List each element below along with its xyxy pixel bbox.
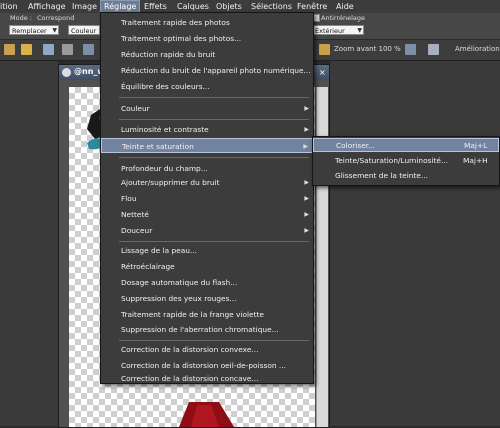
menu-item-label: Douceur xyxy=(121,226,153,235)
submenu-item-label: Coloriser... xyxy=(336,141,376,150)
menu-item-label: Rétroéclairage xyxy=(121,262,175,271)
menu-item-label: Traitement rapide de la frange violette xyxy=(121,310,264,319)
menu-affichage[interactable]: Affichage xyxy=(28,1,66,13)
menu-item-yeux-rouges[interactable]: Suppression des yeux rouges... xyxy=(101,291,313,306)
save-icon[interactable] xyxy=(43,44,54,55)
mode-select[interactable]: Remplacer ▼ xyxy=(9,25,59,35)
menu-item-label: Couleur xyxy=(121,104,150,113)
menu-item-traitement-rapide[interactable]: Traitement rapide des photos xyxy=(101,15,313,30)
chevron-right-icon: ▶ xyxy=(304,211,309,218)
menu-item-nettete[interactable]: Netteté ▶ xyxy=(101,207,313,222)
menu-item-luminosite[interactable]: Luminosité et contraste ▶ xyxy=(101,122,313,137)
menu-item-reduction-bruit-appareil[interactable]: Réduction du bruit de l'appareil photo n… xyxy=(101,63,313,78)
submenu-item-shortcut: Maj+H xyxy=(463,156,488,165)
menu-item-label: Ajouter/supprimer du bruit xyxy=(121,178,220,187)
workspace-background xyxy=(330,61,500,426)
submenu-item-label: Teinte/Saturation/Luminosité... xyxy=(335,156,449,165)
menu-separator xyxy=(119,119,309,120)
app-icon xyxy=(62,68,71,77)
menu-item-profondeur-champ[interactable]: Profondeur du champ... xyxy=(101,161,313,176)
open-folder-icon[interactable] xyxy=(21,44,32,55)
menu-separator xyxy=(119,241,309,242)
menu-item-dosage-flash[interactable]: Dosage automatique du flash... xyxy=(101,275,313,290)
tool-palette xyxy=(0,61,58,426)
chevron-right-icon: ▶ xyxy=(304,227,309,234)
print-icon[interactable] xyxy=(62,44,73,55)
chevron-down-icon: ▼ xyxy=(52,27,57,34)
menu-image[interactable]: Image xyxy=(72,1,97,13)
menu-separator xyxy=(119,97,309,98)
mode-select-value: Remplacer xyxy=(12,27,47,35)
menu-item-label: Correction de la distorsion convexe... xyxy=(121,345,259,354)
menu-item-label: Traitement rapide des photos xyxy=(121,18,230,27)
chevron-right-icon: ▶ xyxy=(303,143,308,150)
menu-item-label: Correction de la distorsion oeil-de-pois… xyxy=(121,361,286,370)
menu-item-label: Réduction du bruit de l'appareil photo n… xyxy=(121,66,311,75)
menu-item-label: Profondeur du champ... xyxy=(121,164,208,173)
menu-item-aberration[interactable]: Suppression de l'aberration chromatique.… xyxy=(101,322,313,337)
menu-item-teinte-saturation[interactable]: Teinte et saturation ▶ xyxy=(101,138,313,153)
close-icon[interactable]: × xyxy=(319,68,326,77)
submenu-item-label: Glissement de la teinte... xyxy=(335,171,428,180)
match-select-value: Couleur xyxy=(71,27,97,35)
menu-item-traitement-optimal[interactable]: Traitement optimal des photos... xyxy=(101,31,313,46)
correspond-label: Correspond xyxy=(37,14,75,22)
menu-item-flou[interactable]: Flou ▶ xyxy=(101,191,313,206)
submenu-item-teinte-saturation-luminosite[interactable]: Teinte/Saturation/Luminosité... Maj+H xyxy=(313,154,499,168)
menu-item-frange-violette[interactable]: Traitement rapide de la frange violette xyxy=(101,307,313,322)
menu-item-label: Lissage de la peau... xyxy=(121,246,198,255)
submenu-item-coloriser[interactable]: Coloriser... Maj+L xyxy=(313,138,499,152)
menu-item-distorsion-convexe[interactable]: Correction de la distorsion convexe... xyxy=(101,342,313,357)
browse-icon[interactable] xyxy=(83,44,94,55)
new-file-icon[interactable] xyxy=(4,44,15,55)
menu-item-label: Luminosité et contraste xyxy=(121,125,209,134)
menu-item-reduction-rapide[interactable]: Réduction rapide du bruit xyxy=(101,47,313,62)
mode-label: Mode : xyxy=(10,14,32,22)
zoom-icon[interactable] xyxy=(319,44,330,55)
submenu-item-glissement-teinte[interactable]: Glissement de la teinte... xyxy=(313,169,499,183)
chevron-right-icon: ▶ xyxy=(304,105,309,112)
submenu-item-shortcut: Maj+L xyxy=(464,141,488,150)
chevron-right-icon: ▶ xyxy=(304,195,309,202)
menu-item-distorsion-concave[interactable]: Correction de la distorsion concave... xyxy=(101,374,313,383)
menu-item-label: Équilibre des couleurs... xyxy=(121,82,210,91)
menu-item-equilibre-couleurs[interactable]: Équilibre des couleurs... xyxy=(101,79,313,94)
zoom-label[interactable]: Zoom avant 100 % xyxy=(334,45,401,53)
menu-item-retroeclairage[interactable]: Rétroéclairage xyxy=(101,259,313,274)
menu-item-label: Correction de la distorsion concave... xyxy=(121,374,259,383)
antialias-label: Antirrénelage xyxy=(321,14,366,22)
menu-separator xyxy=(119,340,309,341)
menu-item-label: Teinte et saturation xyxy=(122,142,194,151)
chevron-right-icon: ▶ xyxy=(304,179,309,186)
menu-item-label: Traitement optimal des photos... xyxy=(121,34,242,43)
menu-item-bruit[interactable]: Ajouter/supprimer du bruit ▶ xyxy=(101,175,313,190)
exterior-select[interactable]: Extérieur ▼ xyxy=(312,25,364,35)
menu-item-label: Dosage automatique du flash... xyxy=(121,278,238,287)
reglage-menu: Traitement rapide des photos Traitement … xyxy=(100,12,314,384)
match-select[interactable]: Couleur xyxy=(68,25,100,35)
layout-icon[interactable] xyxy=(428,44,439,55)
menu-item-distorsion-oeil[interactable]: Correction de la distorsion oeil-de-pois… xyxy=(101,358,313,373)
menu-item-label: Réduction rapide du bruit xyxy=(121,50,216,59)
menu-item-label: Suppression de l'aberration chromatique.… xyxy=(121,325,279,334)
chevron-right-icon: ▶ xyxy=(304,126,309,133)
arrow-icon[interactable] xyxy=(405,44,416,55)
amelioration-label[interactable]: Amélioration xyxy=(455,45,500,53)
menu-item-label: Netteté xyxy=(121,210,149,219)
menu-item-label: Suppression des yeux rouges... xyxy=(121,294,237,303)
menu-separator xyxy=(119,157,309,158)
exterior-select-value: Extérieur xyxy=(315,27,345,35)
menu-aide[interactable]: Aide xyxy=(336,1,354,13)
teinte-saturation-submenu: Coloriser... Maj+L Teinte/Saturation/Lumi… xyxy=(312,136,500,186)
menu-item-label: Flou xyxy=(121,194,137,203)
menu-item-douceur[interactable]: Douceur ▶ xyxy=(101,223,313,238)
menu-edition[interactable]: ition xyxy=(0,1,18,13)
menu-item-couleur[interactable]: Couleur ▶ xyxy=(101,101,313,116)
chevron-down-icon: ▼ xyxy=(357,27,362,34)
menu-item-lissage-peau[interactable]: Lissage de la peau... xyxy=(101,243,313,258)
